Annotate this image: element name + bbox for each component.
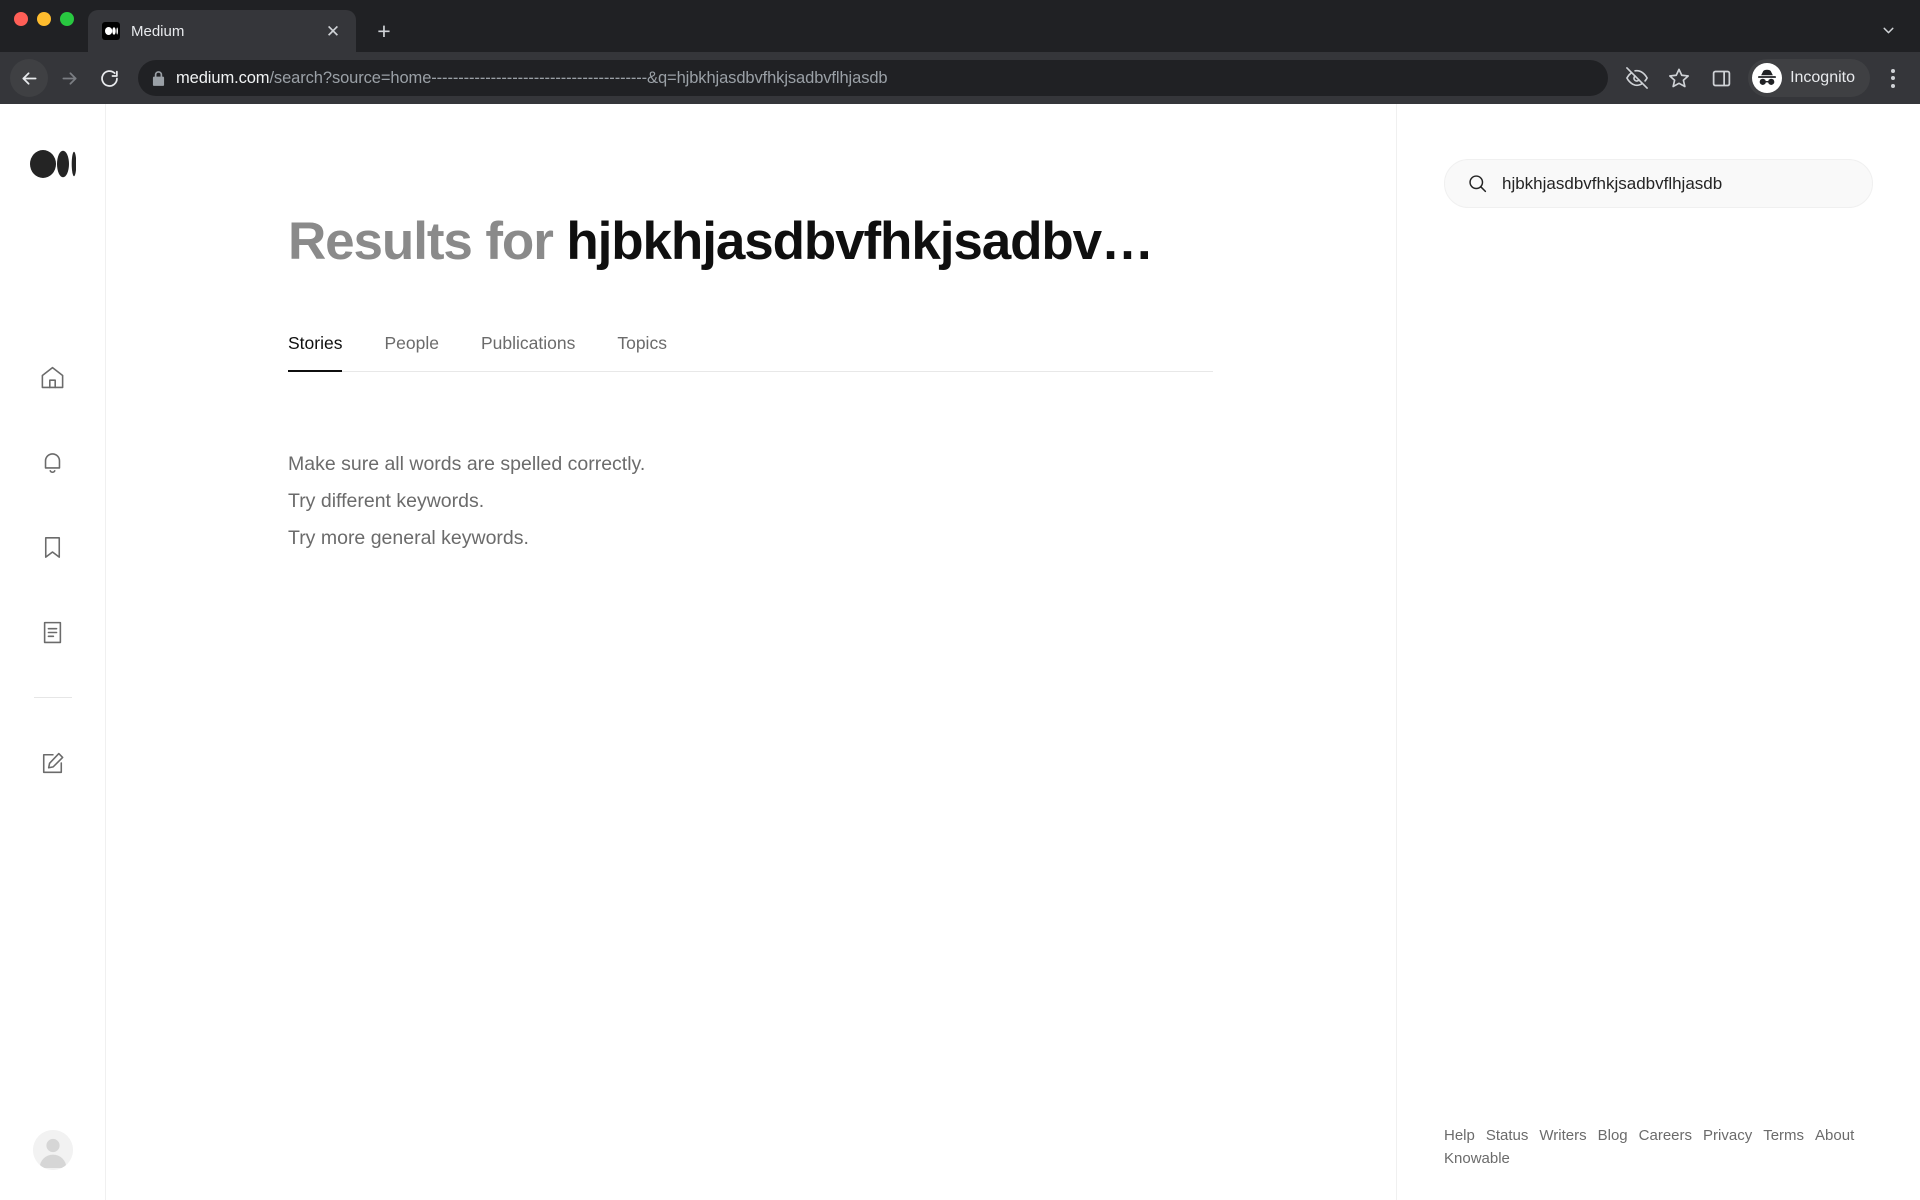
window-controls [14, 0, 88, 52]
zoom-window-button[interactable] [60, 12, 74, 26]
tab-topics[interactable]: Topics [617, 333, 667, 371]
title-bar: Medium ✕ + [0, 0, 1920, 52]
sidebar-item-write[interactable] [36, 746, 70, 780]
footer-link-careers[interactable]: Careers [1639, 1125, 1692, 1148]
sidebar-item-home[interactable] [36, 360, 70, 394]
tab-publications[interactable]: Publications [481, 333, 575, 371]
tracking-protection-eye-slash-icon[interactable] [1618, 59, 1656, 97]
footer-link-blog[interactable]: Blog [1598, 1125, 1628, 1148]
lock-icon [152, 70, 165, 86]
left-sidebar [0, 104, 106, 1200]
close-window-button[interactable] [14, 12, 28, 26]
home-icon [39, 364, 66, 391]
sidebar-item-bookmarks[interactable] [36, 530, 70, 564]
browser-tab[interactable]: Medium ✕ [88, 10, 356, 52]
document-lines-icon [39, 619, 66, 646]
footer-link-status[interactable]: Status [1486, 1125, 1529, 1148]
address-bar-path: /search?source=home---------------------… [269, 68, 888, 87]
profile-incognito-button[interactable]: Incognito [1748, 59, 1870, 97]
footer-link-help[interactable]: Help [1444, 1125, 1475, 1148]
incognito-icon [1752, 63, 1783, 93]
forward-arrow-right-icon[interactable] [50, 59, 88, 97]
bookmark-icon [39, 534, 66, 561]
search-icon [1467, 173, 1488, 194]
search-input-value: hjbkhjasdbvfhkjsadbvflhjasdb [1502, 173, 1723, 193]
sidebar-item-lists[interactable] [36, 615, 70, 649]
tab-search-chevron-down-icon[interactable] [1872, 14, 1904, 46]
footer-link-privacy[interactable]: Privacy [1703, 1125, 1752, 1148]
tab-title: Medium [131, 22, 185, 40]
user-avatar[interactable] [32, 1130, 73, 1170]
page-title-query: hjbkhjasdbvfhkjsadbv… [566, 212, 1154, 271]
footer-link-terms[interactable]: Terms [1763, 1125, 1804, 1148]
suggestion-line: Try different keywords. [288, 490, 485, 513]
sidebar-divider [33, 697, 72, 698]
tab-close-icon[interactable]: ✕ [322, 20, 344, 42]
pencil-square-icon [39, 750, 66, 777]
address-bar-host: medium.com [176, 68, 270, 87]
footer-links: Help Status Writers Blog Careers Privacy… [1444, 1125, 1873, 1170]
reload-icon[interactable] [90, 59, 128, 97]
bell-icon [39, 449, 66, 476]
search-input[interactable]: hjbkhjasdbvfhkjsadbvflhjasdb [1444, 159, 1873, 208]
minimize-window-button[interactable] [37, 12, 51, 26]
suggestion-line: Make sure all words are spelled correctl… [288, 453, 646, 476]
suggestion-line: Try more general keywords. [288, 526, 529, 549]
profile-label: Incognito [1790, 69, 1855, 86]
main-content: Results for hjbkhjasdbvfhkjsadbv… Storie… [106, 104, 1397, 1200]
side-panel-icon[interactable] [1702, 59, 1740, 97]
tab-people[interactable]: People [384, 333, 439, 371]
footer-link-knowable[interactable]: Knowable [1444, 1148, 1510, 1171]
page-title-label: Results for [288, 212, 554, 271]
result-tabs: Stories People Publications Topics [288, 333, 1213, 373]
no-results-suggestions: Make sure all words are spelled correctl… [288, 451, 1213, 552]
footer-link-about[interactable]: About [1815, 1125, 1854, 1148]
toolbar-actions: Incognito [1618, 59, 1910, 97]
right-sidebar: hjbkhjasdbvfhkjsadbvflhjasdb Help Status… [1397, 104, 1920, 1200]
address-bar-url: medium.com/search?source=home-----------… [176, 69, 888, 88]
tab-stories[interactable]: Stories [288, 333, 343, 373]
medium-logo-icon[interactable] [29, 150, 76, 178]
sidebar-nav [36, 360, 70, 649]
new-tab-button[interactable]: + [366, 13, 402, 49]
tab-favicon-medium-logo-icon [102, 22, 120, 40]
page-viewport: Results for hjbkhjasdbvfhkjsadbv… Storie… [0, 104, 1920, 1200]
browser-toolbar: medium.com/search?source=home-----------… [0, 52, 1920, 104]
back-arrow-left-icon[interactable] [10, 59, 48, 97]
footer-link-writers[interactable]: Writers [1539, 1125, 1586, 1148]
page-title: Results for hjbkhjasdbvfhkjsadbv… [288, 212, 1213, 271]
browser-window: Medium ✕ + medium.com/search?source=home… [0, 0, 1920, 1200]
sidebar-item-notifications[interactable] [36, 445, 70, 479]
browser-menu-kebab-menu-icon[interactable] [1876, 59, 1910, 97]
address-bar[interactable]: medium.com/search?source=home-----------… [138, 60, 1609, 96]
bookmark-star-icon[interactable] [1660, 59, 1698, 97]
